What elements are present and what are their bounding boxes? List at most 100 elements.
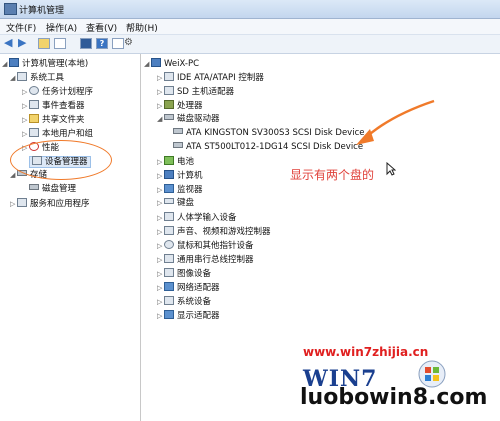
users-icon (29, 128, 39, 137)
annotation-arrow (356, 99, 435, 145)
device-category-computer[interactable]: ▷ 计算机 (157, 170, 203, 182)
expand-icon[interactable]: ▷ (157, 73, 164, 84)
expand-icon[interactable]: ▷ (157, 297, 164, 308)
menu-help[interactable]: 帮助(H) (126, 21, 158, 34)
expand-icon[interactable]: ▷ (157, 157, 164, 168)
device-category-display[interactable]: ▷ 显示适配器 (157, 310, 220, 322)
windows-logo-icon (418, 360, 446, 388)
device-category-disk-drives[interactable]: ◢ 磁盘驱动器 (157, 114, 220, 125)
mouse-cursor-icon (386, 162, 396, 176)
monitor-icon (164, 184, 174, 193)
collapse-icon[interactable]: ◢ (10, 73, 17, 84)
expand-icon[interactable]: ▷ (157, 171, 164, 182)
processor-icon (164, 100, 174, 109)
display-adapter-icon (164, 310, 174, 319)
expand-icon[interactable]: ▷ (157, 185, 164, 196)
sound-icon (164, 226, 174, 235)
collapse-icon[interactable]: ◢ (2, 59, 9, 70)
properties-icon[interactable] (80, 38, 92, 49)
expand-icon[interactable]: ▷ (157, 227, 164, 238)
device-category-monitors[interactable]: ▷ 监视器 (157, 184, 203, 196)
tree-item-disk-management[interactable]: 磁盘管理 (29, 184, 76, 195)
menu-file[interactable]: 文件(F) (6, 21, 36, 34)
hid-icon (164, 212, 174, 221)
tree-item-local-users[interactable]: ▷ 本地用户和组 (22, 128, 93, 140)
device-category-usb[interactable]: ▷ 通用串行总线控制器 (157, 254, 254, 266)
network-adapter-icon (164, 282, 174, 291)
device-category-cpu[interactable]: ▷ 处理器 (157, 100, 203, 112)
menu-bar: 文件(F) 操作(A) 查看(V) 帮助(H) (0, 19, 500, 35)
tools-icon (17, 72, 27, 81)
expand-icon[interactable]: ▷ (157, 213, 164, 224)
title-bar: 计算机管理 (0, 0, 500, 19)
expand-icon[interactable]: ▷ (22, 87, 29, 98)
collapse-icon[interactable]: ◢ (10, 170, 17, 181)
sd-adapter-icon (164, 86, 174, 95)
expand-icon[interactable]: ▷ (157, 255, 164, 266)
tree-item-services-apps[interactable]: ▷ 服务和应用程序 (10, 198, 90, 210)
show-tree-icon[interactable] (54, 38, 66, 49)
tree-item-root[interactable]: ◢ 计算机管理(本地) (2, 58, 88, 70)
disk-device-seagate[interactable]: ATA ST500LT012-1DG14 SCSI Disk Device (173, 142, 363, 153)
disk-drive-icon (164, 114, 174, 120)
tree-item-shared-folders[interactable]: ▷ 共享文件夹 (22, 114, 85, 126)
window-title: 计算机管理 (19, 6, 65, 16)
collapse-icon[interactable]: ◢ (144, 59, 151, 70)
expand-icon[interactable]: ▷ (157, 311, 164, 322)
clock-icon (29, 86, 39, 95)
tree-item-system-tools[interactable]: ◢ 系统工具 (10, 72, 64, 84)
shared-folder-icon (29, 114, 39, 123)
device-category-hid[interactable]: ▷ 人体学输入设备 (157, 212, 237, 224)
device-category-battery[interactable]: ▷ 电池 (157, 156, 194, 168)
expand-icon[interactable]: ▷ (157, 87, 164, 98)
expand-icon[interactable]: ▷ (157, 101, 164, 112)
up-folder-icon[interactable] (38, 38, 50, 49)
watermark-url2: luobowin8.com (300, 385, 488, 410)
keyboard-icon (164, 198, 174, 204)
back-arrow-icon[interactable]: ◀ (4, 37, 16, 48)
system-device-icon (164, 296, 174, 305)
computer-icon (151, 58, 161, 67)
device-tree-root[interactable]: ◢ WeiX-PC (144, 58, 199, 70)
annotation-text: 显示有两个盘的 (290, 168, 375, 182)
device-category-mice[interactable]: ▷ 鼠标和其他指针设备 (157, 240, 254, 252)
highlight-ellipse (10, 140, 112, 180)
expand-icon[interactable]: ▷ (10, 199, 17, 210)
computer-icon (9, 58, 19, 67)
expand-icon[interactable]: ▷ (22, 129, 29, 140)
disk-device-kingston[interactable]: ATA KINGSTON SV300S3 SCSI Disk Device (173, 128, 364, 139)
computer-icon (164, 170, 174, 179)
expand-icon[interactable]: ▷ (22, 115, 29, 126)
toolbar: ◀ ▶ ? ⚙ (0, 35, 500, 54)
forward-arrow-icon[interactable]: ▶ (18, 37, 30, 48)
export-list-icon[interactable] (112, 38, 124, 49)
ide-controller-icon (164, 72, 174, 81)
expand-icon[interactable]: ▷ (22, 101, 29, 112)
menu-view[interactable]: 查看(V) (86, 21, 117, 34)
device-category-system[interactable]: ▷ 系统设备 (157, 296, 211, 308)
tree-item-task-scheduler[interactable]: ▷ 任务计划程序 (22, 86, 93, 98)
device-category-sound[interactable]: ▷ 声音、视频和游戏控制器 (157, 226, 271, 238)
disk-icon (173, 128, 183, 134)
scan-hardware-icon[interactable]: ⚙ (124, 37, 136, 48)
device-category-sd[interactable]: ▷ SD 主机适配器 (157, 86, 234, 98)
event-viewer-icon (29, 100, 39, 109)
disk-management-icon (29, 184, 39, 190)
disk-icon (173, 142, 183, 148)
device-category-network[interactable]: ▷ 网络适配器 (157, 282, 220, 294)
device-category-imaging[interactable]: ▷ 图像设备 (157, 268, 211, 280)
usb-icon (164, 254, 174, 263)
collapse-icon[interactable]: ◢ (157, 114, 164, 125)
expand-icon[interactable]: ▷ (157, 283, 164, 294)
help-icon[interactable]: ? (96, 38, 108, 49)
computer-management-icon (4, 3, 17, 15)
watermark-url: www.win7zhijia.cn (303, 345, 429, 359)
expand-icon[interactable]: ▷ (157, 241, 164, 252)
device-category-ide[interactable]: ▷ IDE ATA/ATAPI 控制器 (157, 72, 264, 84)
tree-item-event-viewer[interactable]: ▷ 事件查看器 (22, 100, 85, 112)
expand-icon[interactable]: ▷ (157, 198, 164, 209)
device-category-keyboard[interactable]: ▷ 键盘 (157, 198, 194, 209)
menu-action[interactable]: 操作(A) (46, 21, 77, 34)
expand-icon[interactable]: ▷ (157, 269, 164, 280)
navigation-tree: ◢ 计算机管理(本地) ◢ 系统工具 ▷ 任务计划程序 ▷ 事件查看器 ▷ 共享文件夹 ▷… (0, 54, 141, 421)
